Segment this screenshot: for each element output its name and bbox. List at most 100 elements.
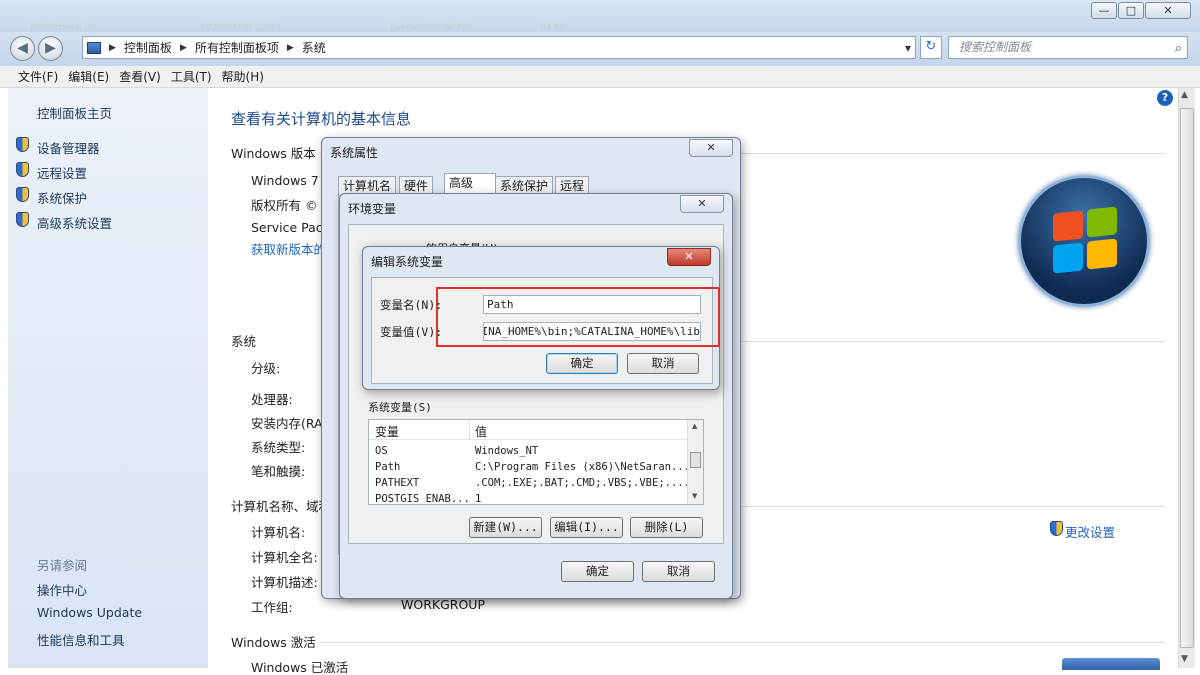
- table-row[interactable]: PATHEXT .COM;.EXE;.BAT;.CMD;.VBS;.VBE;..…: [369, 477, 690, 493]
- row-name: OS: [375, 445, 388, 457]
- left-nav-pane: 控制面板主页 设备管理器 远程设置 系统保护 高级系统设置 另请参阅 操作中心 …: [8, 88, 208, 668]
- row-value: C:\Program Files (x86)\NetSaran...: [475, 461, 690, 473]
- new-button[interactable]: 新建(W)...: [469, 517, 542, 538]
- workgroup-label: 工作组:: [251, 600, 293, 615]
- row-value: 1: [475, 493, 482, 505]
- shield-icon: [16, 212, 29, 227]
- address-bar[interactable]: ▶ 控制面板 ▶ 所有控制面板项 ▶ 系统 ▾: [82, 36, 916, 59]
- address-row: ◀ ▶ ▶ 控制面板 ▶ 所有控制面板项 ▶ 系统 ▾ ↻ 搜索控制面板 ⌕: [0, 32, 1200, 66]
- shield-icon: [16, 187, 29, 202]
- windows-logo-icon: [1018, 175, 1150, 307]
- control-panel-icon: [87, 41, 101, 54]
- confirm-button[interactable]: 确定: [546, 353, 618, 374]
- activation-header: Windows 激活: [231, 635, 316, 650]
- column-value[interactable]: 值: [475, 423, 487, 440]
- windows-update-link[interactable]: Windows Update: [37, 605, 142, 620]
- divider: [740, 341, 1165, 342]
- system-vars-list[interactable]: 变量 值 OS Windows_NT Path C:\Program Files…: [368, 419, 704, 505]
- row-name: POSTGIS_ENAB...: [375, 493, 470, 505]
- back-button[interactable]: ◀: [10, 36, 35, 61]
- row-name: Path: [375, 461, 401, 473]
- performance-tools-link[interactable]: 性能信息和工具: [37, 630, 125, 649]
- remote-settings-link[interactable]: 远程设置: [37, 163, 87, 182]
- advanced-settings-link[interactable]: 高级系统设置: [37, 213, 112, 232]
- change-settings-link[interactable]: 更改设置: [1065, 522, 1115, 541]
- table-row[interactable]: OS Windows_NT: [369, 445, 687, 461]
- get-new-version-link[interactable]: 获取新版本的: [251, 239, 326, 258]
- maximize-button[interactable]: □: [1118, 2, 1144, 19]
- variable-name-label: 变量名(N):: [380, 298, 443, 312]
- menu-tools[interactable]: 工具(T): [171, 68, 212, 85]
- system-header: 系统: [231, 334, 257, 349]
- row-value: Windows_NT: [475, 445, 539, 457]
- refresh-button[interactable]: ↻: [920, 36, 942, 59]
- close-button[interactable]: ✕: [680, 195, 724, 213]
- shield-icon: [16, 162, 29, 177]
- chevron-right-icon: ▶: [179, 42, 187, 53]
- cancel-button[interactable]: 取消: [627, 353, 699, 374]
- minimize-button[interactable]: —: [1091, 2, 1117, 19]
- action-center-link[interactable]: 操作中心: [37, 580, 87, 599]
- table-row[interactable]: POSTGIS_ENAB... 1: [369, 493, 687, 505]
- chevron-right-icon: ▶: [109, 42, 116, 53]
- close-button[interactable]: ✕: [1145, 2, 1191, 19]
- list-header: 变量 值: [369, 420, 687, 440]
- rating-label: 分级:: [251, 361, 281, 376]
- system-type-label: 系统类型:: [251, 440, 306, 455]
- menu-file[interactable]: 文件(F): [18, 68, 58, 85]
- main-scrollbar[interactable]: ▲ ▼: [1178, 88, 1195, 668]
- device-manager-link[interactable]: 设备管理器: [37, 138, 100, 157]
- address-dropdown-icon[interactable]: ▾: [905, 41, 911, 55]
- dialog-title: 系统属性: [330, 146, 379, 160]
- see-also-header: 另请参阅: [37, 558, 88, 573]
- shield-icon: [16, 137, 29, 152]
- system-protection-link[interactable]: 系统保护: [37, 188, 87, 207]
- row-value: .COM;.EXE;.BAT;.CMD;.VBS;.VBE;....: [475, 477, 690, 489]
- breadcrumb-control-panel[interactable]: 控制面板: [124, 39, 172, 56]
- title-bar: fonshttmpp.jar 2020/01/30 13:20 Executab…: [0, 0, 1200, 33]
- edition-header: Windows 版本: [231, 146, 316, 161]
- cancel-button[interactable]: 取消: [642, 561, 715, 582]
- menu-help[interactable]: 帮助(H): [222, 68, 264, 85]
- menu-view[interactable]: 查看(V): [119, 68, 161, 85]
- activation-status: Windows 已激活: [251, 660, 349, 675]
- shield-icon: [1050, 521, 1063, 536]
- service-pack-text: Service Pack: [251, 220, 330, 235]
- chevron-right-icon: ▶: [286, 42, 294, 53]
- dialog-title: 编辑系统变量: [371, 255, 444, 269]
- system-vars-header: 系统变量(S): [368, 401, 432, 414]
- delete-button[interactable]: 删除(L): [630, 517, 703, 538]
- row-name: PATHEXT: [375, 477, 420, 489]
- processor-label: 处理器:: [251, 392, 293, 407]
- computer-name-label: 计算机名:: [251, 525, 306, 540]
- copyright-text: 版权所有 © 2: [251, 198, 330, 213]
- confirm-button[interactable]: 确定: [561, 561, 634, 582]
- workgroup-value: WORKGROUP: [401, 597, 485, 612]
- breadcrumb-system[interactable]: 系统: [302, 39, 326, 56]
- breadcrumb-all-items[interactable]: 所有控制面板项: [195, 39, 279, 56]
- highlight-box: [436, 287, 720, 347]
- computer-name-header: 计算机名称、域和: [231, 499, 332, 514]
- close-button[interactable]: ✕: [689, 139, 733, 157]
- menu-edit[interactable]: 编辑(E): [68, 68, 109, 85]
- page-title: 查看有关计算机的基本信息: [231, 110, 412, 128]
- help-icon[interactable]: ?: [1157, 90, 1173, 106]
- divider: [740, 506, 1165, 507]
- full-name-label: 计算机全名:: [251, 550, 318, 565]
- search-icon[interactable]: ⌕: [1175, 38, 1182, 59]
- search-input[interactable]: 搜索控制面板 ⌕: [948, 36, 1188, 59]
- dialog-title: 环境变量: [348, 202, 397, 216]
- divider: [320, 642, 1165, 643]
- description-label: 计算机描述:: [251, 575, 318, 590]
- edit-button[interactable]: 编辑(I)...: [550, 517, 623, 538]
- forward-button[interactable]: ▶: [38, 36, 63, 61]
- column-variable[interactable]: 变量: [375, 423, 399, 440]
- search-placeholder: 搜索控制面板: [959, 40, 1032, 54]
- variable-value-label: 变量值(V):: [380, 325, 443, 339]
- table-row[interactable]: Path C:\Program Files (x86)\NetSaran...: [369, 461, 690, 477]
- close-button[interactable]: ✕: [667, 248, 711, 266]
- menu-bar: 文件(F) 编辑(E) 查看(V) 工具(T) 帮助(H): [0, 66, 1200, 88]
- list-scrollbar[interactable]: ▲ ▼: [687, 420, 703, 504]
- control-panel-home-link[interactable]: 控制面板主页: [37, 103, 112, 122]
- control-panel-window: fonshttmpp.jar 2020/01/30 13:20 Executab…: [0, 0, 1200, 675]
